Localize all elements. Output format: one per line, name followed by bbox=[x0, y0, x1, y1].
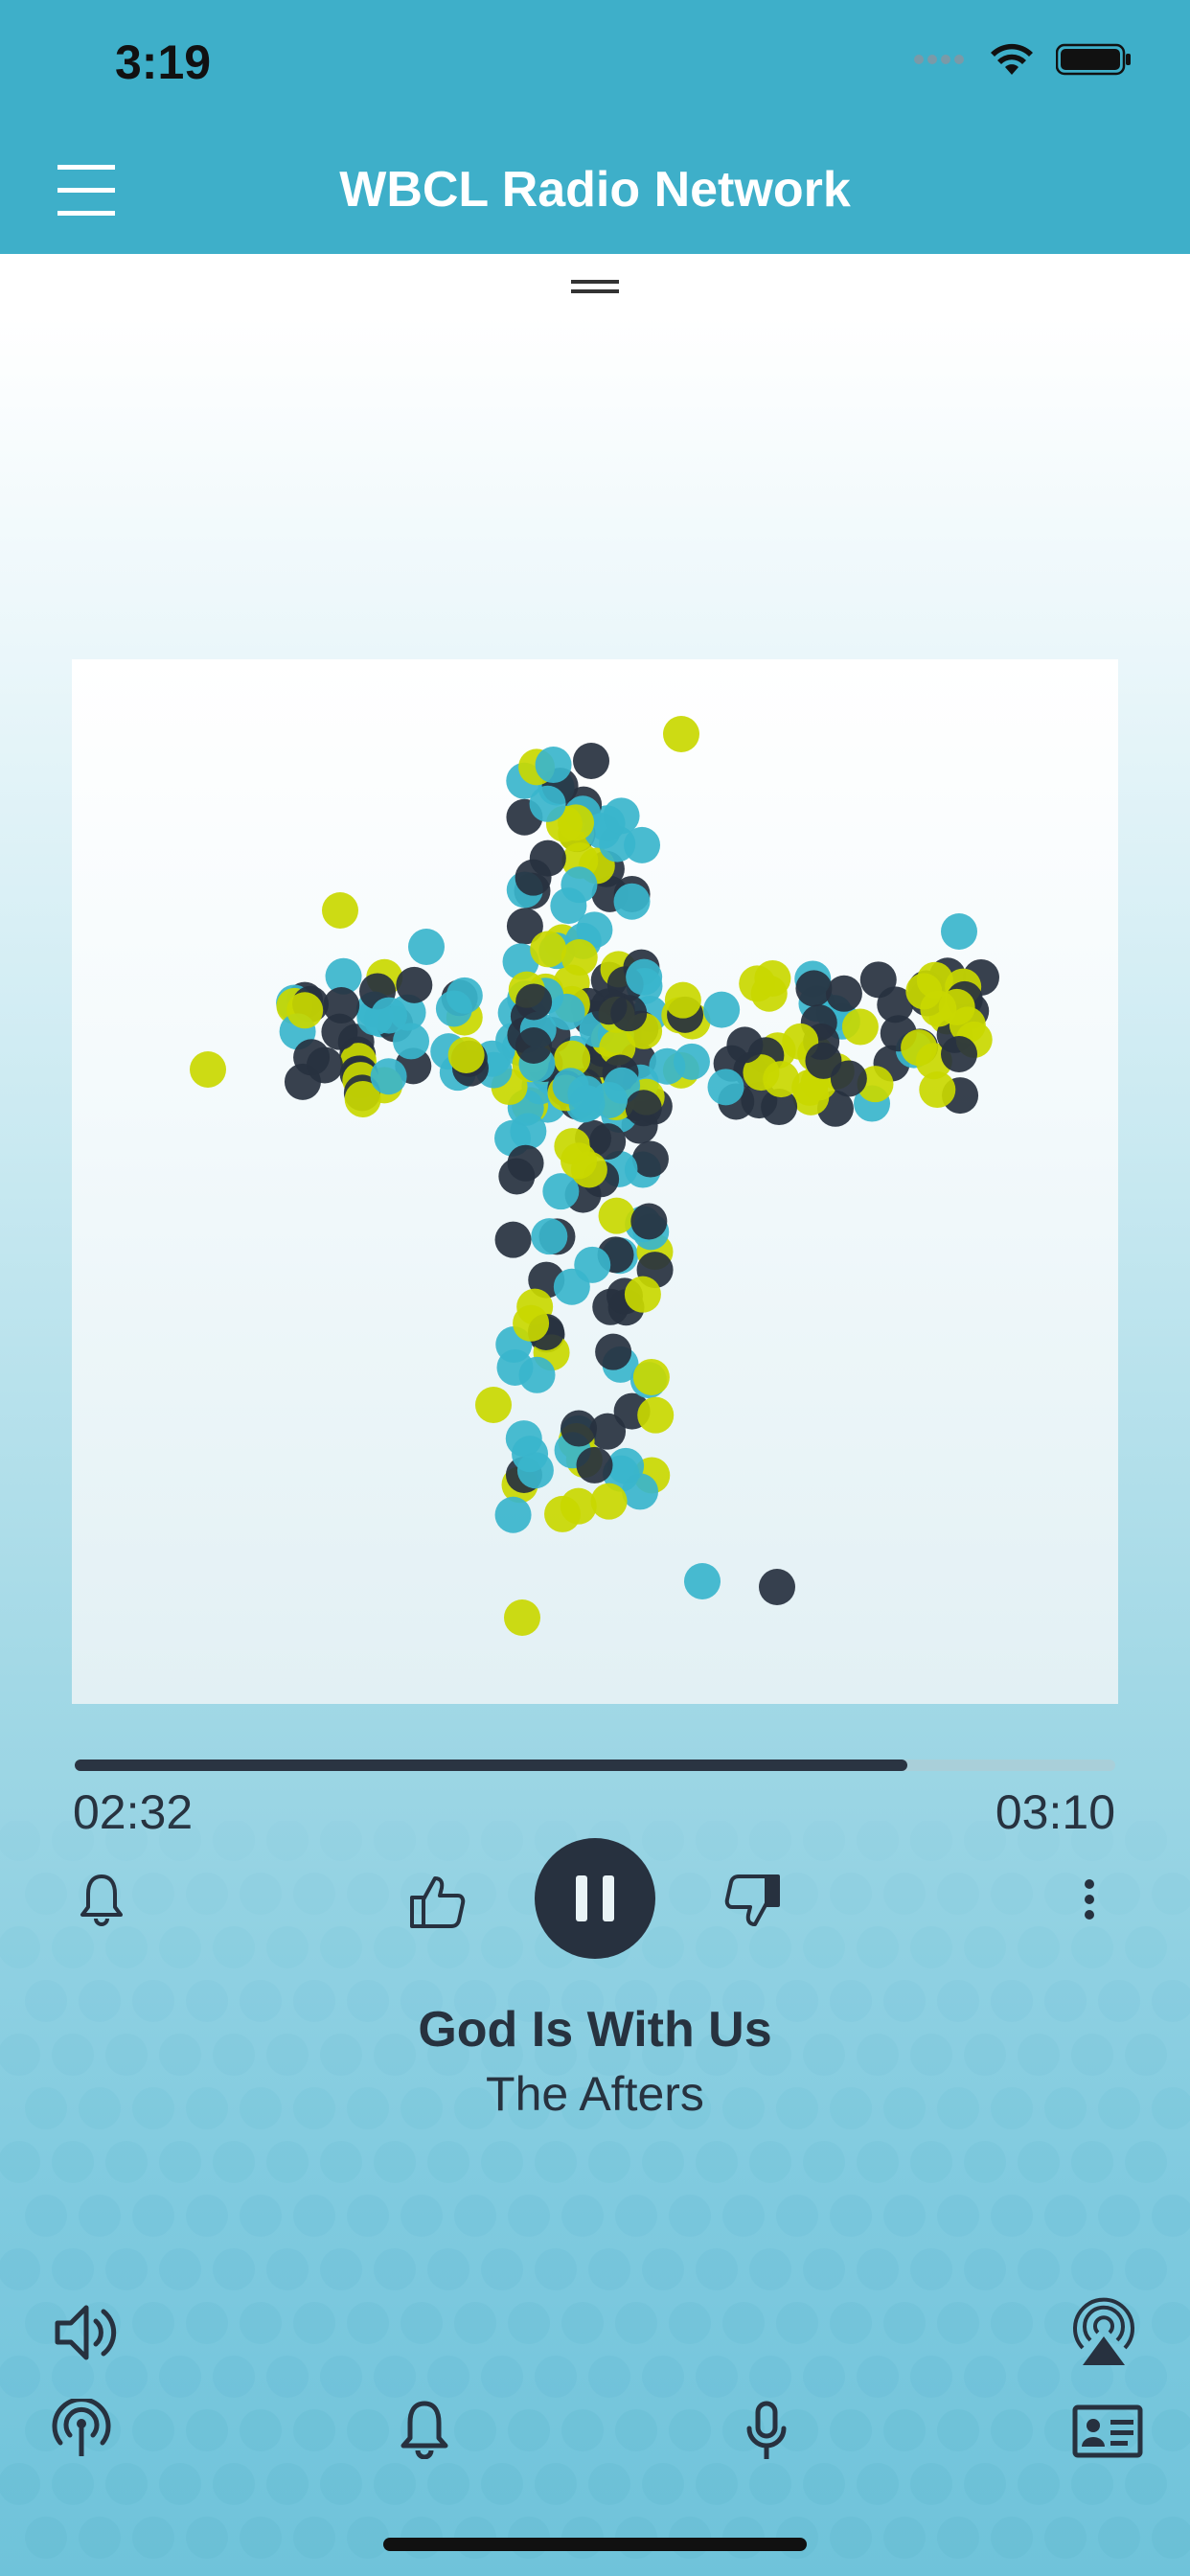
status-icons bbox=[914, 42, 1133, 77]
like-button[interactable] bbox=[402, 1867, 471, 1936]
airplay-button[interactable] bbox=[1064, 2290, 1144, 2371]
song-artist: The Afters bbox=[486, 2067, 704, 2121]
alarm-button[interactable] bbox=[71, 1869, 132, 1930]
microphone-icon bbox=[746, 2401, 787, 2459]
thumbs-down-icon bbox=[724, 1874, 780, 1926]
signal-icon bbox=[914, 55, 964, 64]
thumbs-up-icon bbox=[410, 1876, 466, 1928]
cross-artwork-image bbox=[190, 716, 999, 1636]
broadcast-icon bbox=[52, 2399, 111, 2456]
airplay-icon bbox=[1073, 2297, 1134, 2365]
home-indicator bbox=[383, 2538, 807, 2551]
more-vertical-icon bbox=[1085, 1879, 1094, 1920]
progress-fill bbox=[75, 1760, 907, 1771]
battery-icon bbox=[1056, 43, 1131, 76]
drag-handle-icon bbox=[571, 280, 619, 293]
status-time: 3:19 bbox=[115, 35, 212, 89]
microphone-button[interactable] bbox=[738, 2396, 795, 2467]
song-title: God Is With Us bbox=[418, 2002, 772, 2058]
bell-icon bbox=[400, 2401, 448, 2459]
stream-button[interactable] bbox=[48, 2396, 115, 2463]
drag-handle[interactable] bbox=[571, 276, 619, 299]
bell-icon bbox=[80, 1874, 123, 1926]
album-artwork bbox=[72, 659, 1118, 1704]
contact-card-icon bbox=[1072, 2404, 1143, 2458]
more-options-button[interactable] bbox=[1065, 1871, 1113, 1928]
dislike-button[interactable] bbox=[719, 1867, 788, 1936]
nav-bar: WBCL Radio Network bbox=[0, 134, 1190, 254]
contact-button[interactable] bbox=[1069, 2402, 1146, 2461]
wifi-icon bbox=[991, 43, 1033, 75]
app-title: WBCL Radio Network bbox=[339, 162, 851, 218]
status-bar: 3:19 bbox=[0, 0, 1190, 134]
progress-bar[interactable] bbox=[75, 1760, 1115, 1771]
alarm-nav-button[interactable] bbox=[393, 2396, 456, 2463]
volume-button[interactable] bbox=[50, 2294, 126, 2371]
speaker-icon bbox=[55, 2305, 117, 2360]
pause-icon bbox=[576, 1875, 614, 1921]
pause-button[interactable] bbox=[535, 1838, 655, 1959]
